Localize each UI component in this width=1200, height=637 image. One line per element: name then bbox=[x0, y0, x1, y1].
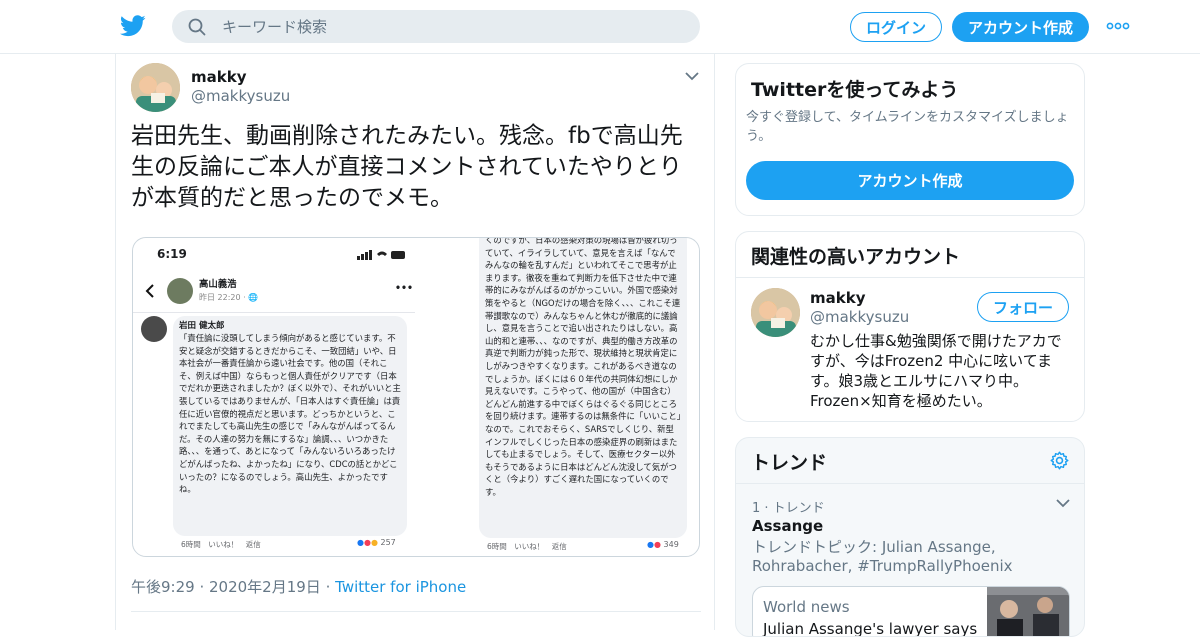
search-bar[interactable] bbox=[172, 10, 700, 43]
related-card-divider bbox=[736, 277, 1084, 278]
media-more-dots: ••• bbox=[395, 283, 413, 294]
top-bar: ログイン アカウント作成 bbox=[0, 0, 1200, 54]
media-status-time: 6:19 bbox=[157, 247, 187, 261]
media-divider bbox=[133, 312, 415, 313]
media-right-reactions: ●● 349 bbox=[647, 540, 679, 549]
related-name[interactable]: makky bbox=[810, 289, 865, 307]
related-avatar[interactable] bbox=[751, 288, 800, 337]
author-avatar[interactable] bbox=[131, 63, 180, 112]
signup-card-title: Twitterを使ってみよう bbox=[751, 79, 959, 101]
more-options-icon[interactable] bbox=[1106, 18, 1130, 34]
tweet-column: makky @makkysuzu 岩田先生、動画削除されたみたい。残念。fbで高… bbox=[115, 54, 715, 630]
related-card-title: 関連性の高いアカウント bbox=[751, 246, 961, 268]
signup-card-button[interactable]: アカウント作成 bbox=[746, 161, 1074, 200]
media-right-panel: くのですが、日本の感染対策の現場は皆が疲れ切っていて、イライラしていて、意見を言… bbox=[479, 238, 699, 556]
reaction-icons: ● bbox=[357, 538, 364, 547]
trend-rank: 1 · トレンド bbox=[752, 501, 825, 516]
back-arrow-icon bbox=[145, 284, 154, 298]
media-left-panel: 6:19 高山義浩 昨日 22:20 · 🌐 ••• 岩田 健太郎 「責任論に没… bbox=[133, 238, 415, 556]
avatar-illustration-icon bbox=[751, 288, 800, 337]
trends-title: トレンド bbox=[751, 452, 828, 474]
chevron-down-icon[interactable] bbox=[685, 71, 699, 81]
gear-icon[interactable] bbox=[1049, 450, 1070, 471]
media-left-footer: 6時間 いいね！ 返信 bbox=[181, 540, 261, 549]
trends-card: トレンド 1 · トレンド Assange トレンドトピック: Julian A… bbox=[735, 437, 1085, 637]
trend-description: トレンドトピック: Julian Assange, Rohrabacher, #… bbox=[752, 538, 1013, 575]
media-right-reaction-count: 349 bbox=[663, 540, 679, 549]
follow-button[interactable]: フォロー bbox=[977, 292, 1069, 322]
tweet-meta: 午後9:29 · 2020年2月19日 · Twitter for iPhone bbox=[131, 576, 466, 597]
signup-card: Twitterを使ってみよう 今すぐ登録して、タイムラインをカスタマイズしましょ… bbox=[735, 63, 1085, 216]
reaction-icons-right: ● bbox=[647, 540, 654, 549]
media-left-reaction-count: 257 bbox=[380, 538, 396, 547]
poster-avatar bbox=[167, 278, 193, 304]
media-gap bbox=[415, 238, 479, 556]
related-accounts-card: 関連性の高いアカウント makky @makkysuzu フォロー むかし仕事&… bbox=[735, 231, 1085, 422]
right-comment-bubble: くのですが、日本の感染対策の現場は皆が疲れ切っていて、イライラしていて、意見を言… bbox=[479, 238, 687, 538]
author-name[interactable]: makky bbox=[191, 68, 246, 86]
twitter-logo-icon[interactable] bbox=[120, 14, 146, 38]
tweet-media-image[interactable]: 6:19 高山義浩 昨日 22:20 · 🌐 ••• 岩田 健太郎 「責任論に没… bbox=[132, 237, 700, 557]
signal-battery-icon bbox=[357, 250, 405, 260]
meta-separator: · bbox=[325, 578, 331, 596]
media-comment-author: 岩田 健太郎 bbox=[179, 321, 225, 331]
trend-chevron-down-icon[interactable] bbox=[1056, 498, 1070, 508]
media-comment-text: 「責任論に没頭してしまう傾向があると感じています。不安と疑念が交錯するときだから… bbox=[179, 333, 401, 495]
search-icon bbox=[188, 18, 206, 36]
author-handle[interactable]: @makkysuzu bbox=[191, 87, 290, 105]
signup-button[interactable]: アカウント作成 bbox=[952, 12, 1089, 42]
media-left-reactions: ●●● 257 bbox=[357, 538, 396, 547]
login-button[interactable]: ログイン bbox=[850, 12, 942, 42]
tweet-timestamp[interactable]: 午後9:29 · 2020年2月19日 bbox=[131, 578, 321, 596]
media-right-text: くのですが、日本の感染対策の現場は皆が疲れ切っていて、イライラしていて、意見を言… bbox=[485, 238, 681, 497]
commenter-avatar bbox=[141, 316, 167, 342]
tweet-divider bbox=[131, 611, 701, 612]
avatar-illustration-icon bbox=[131, 63, 180, 112]
signup-card-subtitle: 今すぐ登録して、タイムラインをカスタマイズしましょう。 bbox=[746, 110, 1069, 144]
related-handle[interactable]: @makkysuzu bbox=[810, 308, 909, 326]
media-poster-name: 高山義浩 bbox=[199, 279, 237, 290]
search-input[interactable] bbox=[222, 10, 682, 43]
media-right-footer: 6時間 いいね！ 返信 bbox=[487, 542, 567, 551]
tweet-text: 岩田先生、動画削除されたみたい。残念。fbで高山先生の反論にご本人が直接コメント… bbox=[131, 123, 683, 211]
comment-bubble: 岩田 健太郎 「責任論に没頭してしまう傾向があると感じています。不安と疑念が交錯… bbox=[173, 316, 407, 536]
trend-name[interactable]: Assange bbox=[752, 517, 823, 535]
news-card[interactable]: World news Julian Assange's lawyer says bbox=[752, 586, 1070, 637]
media-poster-meta: 昨日 22:20 · 🌐 bbox=[199, 293, 259, 302]
trends-header: トレンド bbox=[736, 438, 1084, 484]
news-headline: Julian Assange's lawyer says bbox=[763, 620, 978, 637]
related-bio: むかし仕事&勉強関係で開けたアカですが、今はFrozen2 中心に呟いてます。娘… bbox=[810, 332, 1062, 410]
news-label: World news bbox=[763, 598, 850, 616]
tweet-source-link[interactable]: Twitter for iPhone bbox=[335, 578, 466, 596]
